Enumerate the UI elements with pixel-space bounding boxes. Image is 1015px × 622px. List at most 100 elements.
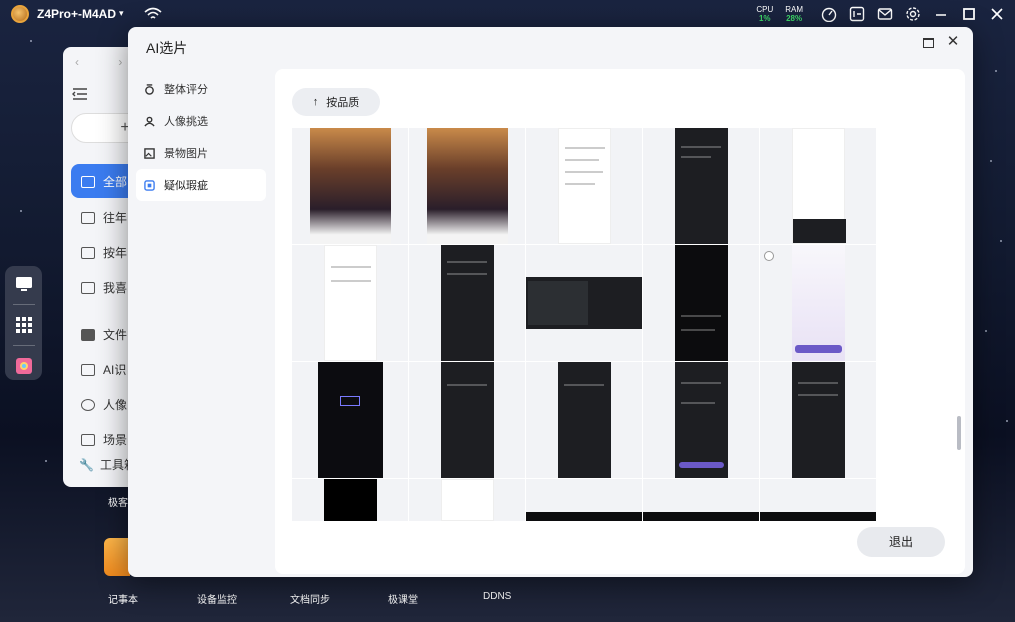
photo-thumbnail[interactable]: [409, 479, 525, 521]
tasks-icon[interactable]: [849, 6, 865, 22]
dialog-sidebar: 整体评分 人像挑选 景物图片 疑似瑕疵: [136, 73, 266, 201]
sidebar-item-label: 整体评分: [164, 84, 208, 96]
maximize-icon[interactable]: [961, 6, 977, 22]
maximize-icon[interactable]: [923, 38, 934, 48]
select-radio[interactable]: [764, 251, 774, 261]
photo-thumbnail[interactable]: [760, 128, 876, 244]
sidebar-item-label: 场景: [103, 433, 128, 447]
sidebar-item-label: 景物图片: [164, 148, 208, 160]
folder-icon: [81, 328, 95, 341]
night-city-photo: [426, 128, 508, 244]
dock-divider: [12, 304, 35, 305]
sidebar-item-files[interactable]: 文件: [81, 326, 127, 343]
chevron-down-icon[interactable]: ▾: [119, 8, 124, 19]
minimize-icon[interactable]: [933, 6, 949, 22]
photo-thumbnail[interactable]: [526, 362, 642, 478]
photo-thumbnail[interactable]: [760, 245, 876, 361]
app-label-notepad[interactable]: 记事本: [108, 591, 138, 606]
photo-thumbnail[interactable]: [292, 245, 408, 361]
sidebar-item-portrait[interactable]: 人像: [81, 396, 127, 413]
close-icon[interactable]: [989, 6, 1005, 22]
gear-icon[interactable]: [905, 6, 921, 22]
ai-photo-selection-dialog: AI选片 ✕ 整体评分 人像挑选 景物图片 疑似瑕疵 ↑ 按品质 退出: [128, 27, 973, 577]
sidebar-item-label: 疑似瑕疵: [164, 180, 208, 192]
photo-thumbnail[interactable]: [526, 479, 642, 521]
light-app-screenshot: [791, 245, 845, 361]
image-icon: [81, 211, 95, 224]
scene-icon: [81, 433, 95, 446]
device-name[interactable]: Z4Pro+-M4AD: [37, 7, 116, 21]
sidebar-item-label: 人像挑选: [164, 116, 208, 128]
photo-thumbnail[interactable]: [526, 128, 642, 244]
photo-thumbnail[interactable]: [643, 362, 759, 478]
photos-app-icon[interactable]: [15, 358, 32, 374]
sidebar-item-overall-score[interactable]: 整体评分: [136, 73, 266, 105]
cpu-value: 1%: [758, 13, 771, 23]
dark-app-screenshot: [440, 245, 494, 361]
close-icon[interactable]: ✕: [944, 33, 962, 51]
dark-strip-screenshot: [643, 512, 759, 521]
monitor-icon[interactable]: [15, 276, 33, 292]
sidebar-item-by-year[interactable]: 按年: [81, 244, 127, 261]
exit-button[interactable]: 退出: [857, 527, 945, 557]
photo-thumbnail[interactable]: [292, 479, 408, 521]
photo-thumbnail[interactable]: [292, 362, 408, 478]
landscape-icon: [144, 147, 155, 159]
photo-thumbnail[interactable]: [409, 362, 525, 478]
app-label-classroom[interactable]: 极课堂: [388, 591, 418, 606]
sidebar-item-all[interactable]: 全部: [81, 173, 127, 190]
photo-grid-panel: ↑ 按品质 退出: [275, 69, 965, 574]
ram-value: 28%: [786, 13, 803, 23]
sidebar-collapse-icon[interactable]: [72, 87, 88, 101]
alarm-screenshot: [440, 479, 494, 521]
sidebar-item-label: 往年: [103, 211, 128, 225]
photo-thumbnail[interactable]: [643, 479, 759, 521]
photo-thumbnail[interactable]: [643, 128, 759, 244]
desktop-app-label-geek[interactable]: 极客: [108, 494, 128, 509]
sidebar-item-scene[interactable]: 场景: [81, 431, 127, 448]
sidebar-item-ai[interactable]: AI识: [81, 361, 126, 378]
sidebar-item-landscape[interactable]: 景物图片: [136, 137, 266, 169]
wrench-icon: 🔧: [79, 457, 94, 472]
dark-video-screenshot: [317, 362, 383, 478]
dark-app-screenshot: [440, 362, 494, 478]
photo-thumbnail[interactable]: [760, 479, 876, 521]
dialog-title: AI选片: [146, 40, 188, 56]
dark-app-screenshot: [674, 245, 728, 361]
photo-thumbnail[interactable]: [409, 245, 525, 361]
scrollbar-thumb[interactable]: [957, 416, 961, 450]
image-icon: [81, 281, 95, 294]
left-dock: [5, 266, 42, 380]
mail-icon[interactable]: [877, 6, 893, 22]
dark-strip-screenshot: [526, 512, 642, 521]
photo-thumbnail[interactable]: [526, 245, 642, 361]
photo-thumbnail[interactable]: [760, 362, 876, 478]
sort-by-quality-button[interactable]: ↑ 按品质: [292, 88, 380, 116]
sidebar-item-portrait-pick[interactable]: 人像挑选: [136, 105, 266, 137]
app-label-doc-sync[interactable]: 文档同步: [290, 591, 330, 606]
ram-stat[interactable]: RAM 28%: [785, 5, 803, 23]
cpu-stat[interactable]: CPU 1%: [756, 5, 773, 23]
sidebar-item-favorites[interactable]: 我喜: [81, 279, 127, 296]
notepad-app-icon[interactable]: [104, 538, 130, 576]
photo-thumbnail[interactable]: [292, 128, 408, 244]
sidebar-item-suspected-flaws[interactable]: 疑似瑕疵: [136, 169, 266, 201]
photo-thumbnail[interactable]: [409, 128, 525, 244]
device-logo-icon: [11, 4, 29, 23]
sidebar-item-past-years[interactable]: 往年: [81, 209, 127, 226]
speedometer-icon[interactable]: [821, 6, 837, 22]
sidebar-item-label: 文件: [103, 328, 128, 342]
score-icon: [145, 83, 154, 95]
calendar-icon: [81, 246, 95, 259]
app-label-ddns[interactable]: DDNS: [483, 591, 511, 602]
dark-app-screenshot: [674, 362, 728, 478]
apps-grid-icon[interactable]: [15, 317, 32, 333]
photo-thumbnail[interactable]: [643, 245, 759, 361]
wifi-icon[interactable]: [144, 7, 162, 21]
dark-app-screenshot: [791, 362, 845, 478]
black-screenshot: [323, 479, 377, 521]
night-city-photo: [309, 128, 391, 244]
landscape-dark-screenshot: [526, 277, 642, 329]
app-label-device-monitor[interactable]: 设备监控: [197, 591, 237, 606]
sidebar-item-label: 全部: [103, 175, 128, 189]
